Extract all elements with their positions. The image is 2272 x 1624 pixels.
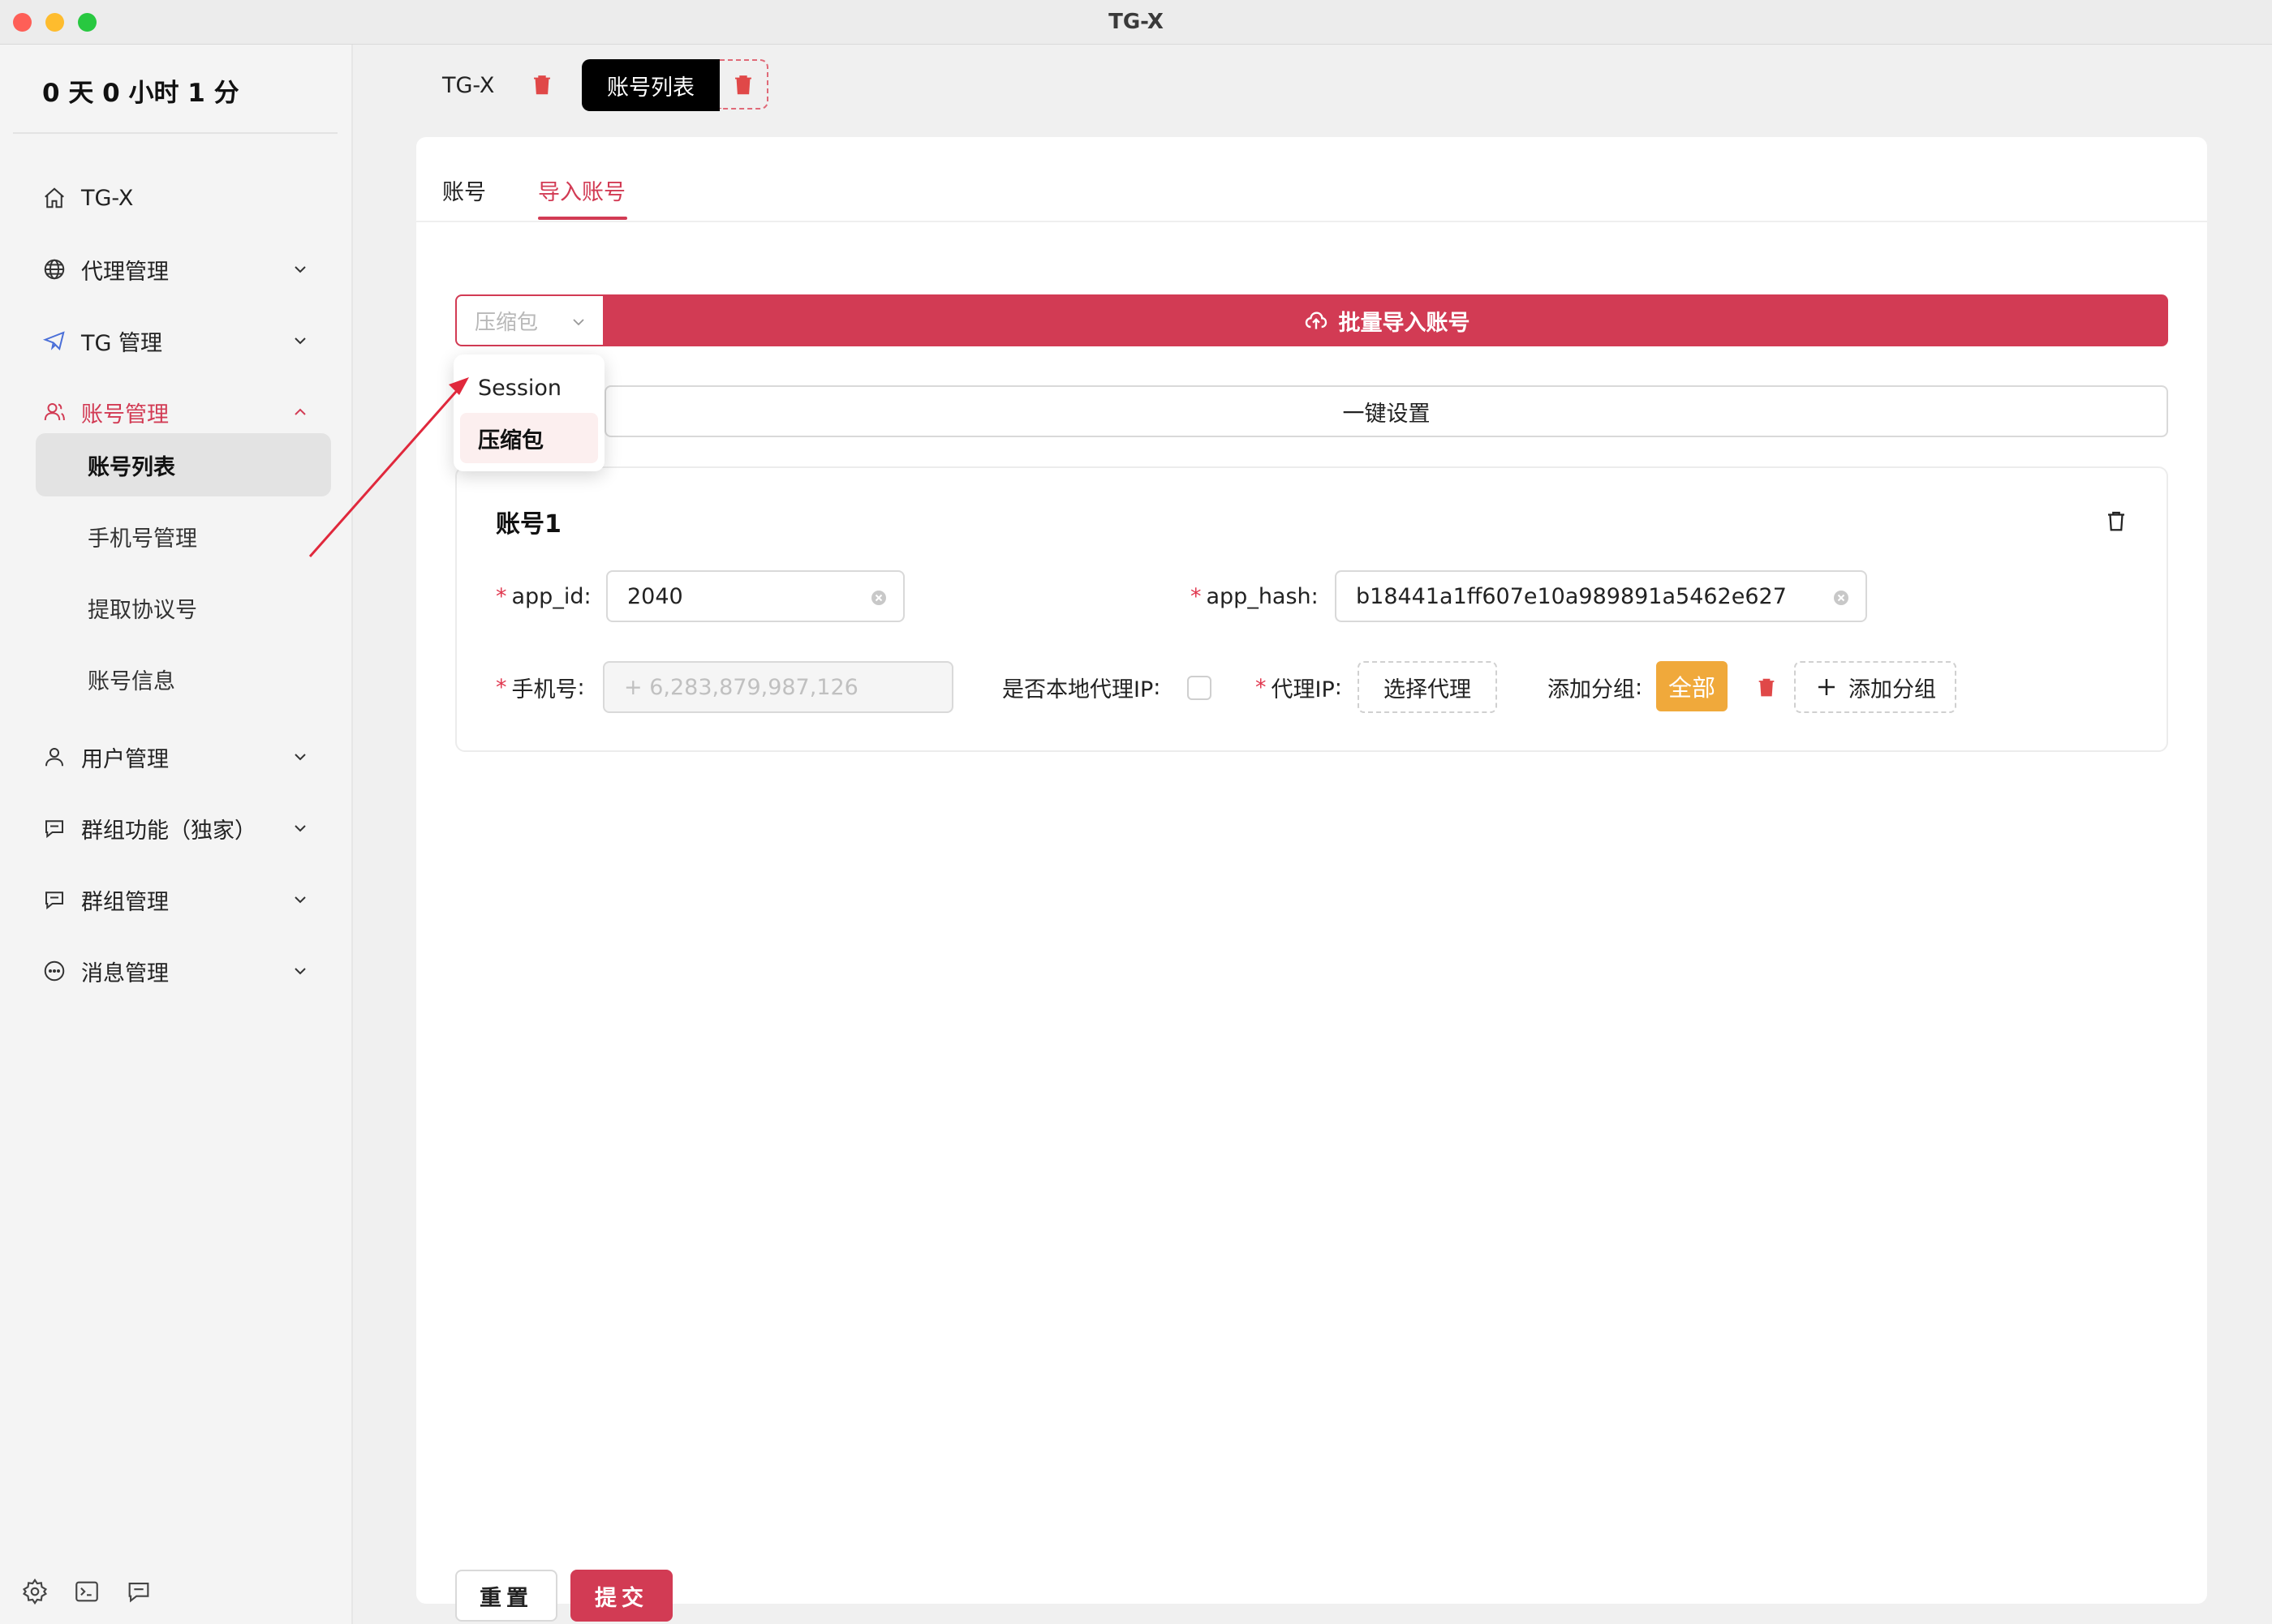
trash-icon [735, 75, 751, 95]
home-icon [45, 187, 64, 208]
app-id-input[interactable]: 2040 [606, 570, 905, 622]
trash-icon[interactable] [2104, 509, 2128, 533]
sidebar-item-accounts[interactable]: 账号管理 [42, 388, 310, 436]
add-group-label: 添加分组: [1547, 674, 1643, 702]
sidebar-item-home[interactable]: TG-X [42, 174, 310, 222]
sidebar-item-tg[interactable]: TG 管理 [42, 316, 310, 365]
account-card: 账号1 * app_id: 2040 * app_hash: b18441a1ff6… [455, 466, 2168, 752]
sidebar-item-label: 群组管理 [81, 889, 169, 915]
submit-button[interactable]: 提交 [570, 1570, 673, 1622]
chat-icon[interactable] [125, 1578, 153, 1605]
sidebar-item-label: 群组功能（独家） [81, 818, 256, 844]
page-tab-tgx[interactable]: TG-X [442, 59, 494, 111]
close-tab-button[interactable] [720, 59, 768, 110]
telegram-icon [42, 331, 65, 350]
tab-divider [416, 221, 2207, 222]
local-proxy-label: 是否本地代理IP: [1002, 674, 1161, 702]
sidebar-subitem-account-info[interactable]: 账号信息 [36, 647, 331, 711]
sidebar-subitem-account-list[interactable]: 账号列表 [36, 433, 331, 496]
phone-input[interactable]: + 6,283,879,987,126 [603, 661, 953, 713]
app-id-label: * app_id: [496, 583, 592, 609]
chat-icon [45, 820, 63, 839]
sidebar-subitem-phone-management[interactable]: 手机号管理 [36, 505, 331, 568]
phone-label: * 手机号: [496, 674, 585, 702]
select-proxy-button[interactable]: 选择代理 [1358, 661, 1497, 713]
dropdown-option-session[interactable]: Session [460, 363, 598, 413]
sidebar-divider [13, 132, 338, 134]
chevron-down-icon [295, 754, 306, 761]
import-type-dropdown: Session 压缩包 [454, 354, 605, 471]
cloud-upload-icon [1305, 311, 1327, 329]
message-icon [44, 960, 65, 982]
app-hash-input[interactable]: b18441a1ff607e10a989891a5462e627 [1335, 570, 1867, 622]
batch-import-label: 批量导入账号 [1338, 310, 1470, 336]
trash-icon[interactable] [1755, 676, 1778, 698]
chat-icon [45, 891, 63, 910]
import-type-select[interactable]: 压缩包 [455, 294, 605, 346]
sidebar-item-users[interactable]: 用户管理 [42, 733, 310, 781]
tab-account[interactable]: 账号 [442, 174, 486, 206]
content-panel: 账号 导入账号 压缩包 批量导入账号 一键设置 账号1 * app_id: 204… [416, 137, 2207, 1622]
page-tab-account-list[interactable]: 账号列表 [582, 59, 720, 111]
window-titlebar: TG-X [0, 0, 2272, 45]
plus-icon [1818, 679, 1835, 695]
proxy-ip-label: * 代理IP: [1255, 674, 1342, 702]
clear-icon[interactable] [869, 588, 889, 608]
sidebar-item-label: TG 管理 [81, 330, 162, 356]
settings-icon[interactable] [21, 1578, 49, 1605]
sidebar-bottom-toolbar [21, 1578, 153, 1605]
uptime-text: 0 天 0 小时 1 分 [42, 79, 239, 108]
window-title: TG-X [1108, 10, 1164, 34]
select-value: 压缩包 [475, 310, 539, 335]
sidebar-item-label: 账号管理 [81, 402, 169, 427]
sidebar-item-label: 代理管理 [81, 259, 169, 285]
chevron-down-icon [295, 337, 306, 345]
trash-icon[interactable] [530, 72, 554, 97]
app-hash-label: * app_hash: [1190, 583, 1319, 609]
local-proxy-checkbox[interactable] [1187, 676, 1211, 700]
sidebar-item-label: TG-X [81, 185, 134, 211]
chevron-down-icon [295, 266, 306, 273]
active-tab-indicator [538, 217, 627, 220]
terminal-icon[interactable] [73, 1578, 101, 1605]
account-card-title: 账号1 [496, 510, 562, 539]
add-group-button[interactable]: 添加分组 [1794, 661, 1956, 713]
page-tab-bar: TG-X 账号列表 [353, 45, 2272, 134]
sidebar-subitem-extract-protocol[interactable]: 提取协议号 [36, 576, 331, 639]
one-key-setup-button[interactable]: 一键设置 [605, 385, 2168, 437]
tab-import-account[interactable]: 导入账号 [538, 174, 626, 206]
chevron-down-icon [295, 968, 306, 975]
batch-import-button[interactable]: 批量导入账号 [605, 294, 2168, 346]
globe-icon [44, 259, 65, 280]
sidebar-item-messages[interactable]: 消息管理 [42, 947, 310, 995]
sidebar-item-group-features[interactable]: 群组功能（独家） [42, 804, 310, 853]
sidebar-item-proxy[interactable]: 代理管理 [42, 245, 310, 294]
main-area: TG-X 账号列表 账号 导入账号 压缩包 批量导入账号 一键设置 账号1 * a… [353, 45, 2272, 1624]
user-icon [45, 748, 63, 767]
chevron-down-icon [573, 319, 584, 326]
dropdown-option-zip[interactable]: 压缩包 [460, 413, 598, 463]
reset-button[interactable]: 重置 [455, 1570, 557, 1622]
sidebar: 0 天 0 小时 1 分 TG-X 代理管理 TG 管理 账号管理 账号列表 手… [0, 45, 353, 1624]
group-tag-all[interactable]: 全部 [1656, 661, 1728, 711]
sidebar-item-label: 消息管理 [81, 960, 169, 986]
users-icon [44, 403, 65, 421]
chevron-up-icon [295, 408, 306, 415]
clear-icon[interactable] [1831, 588, 1851, 608]
sidebar-item-group-management[interactable]: 群组管理 [42, 875, 310, 924]
sidebar-item-label: 用户管理 [81, 746, 169, 772]
chevron-down-icon [295, 825, 306, 832]
chevron-down-icon [295, 896, 306, 904]
